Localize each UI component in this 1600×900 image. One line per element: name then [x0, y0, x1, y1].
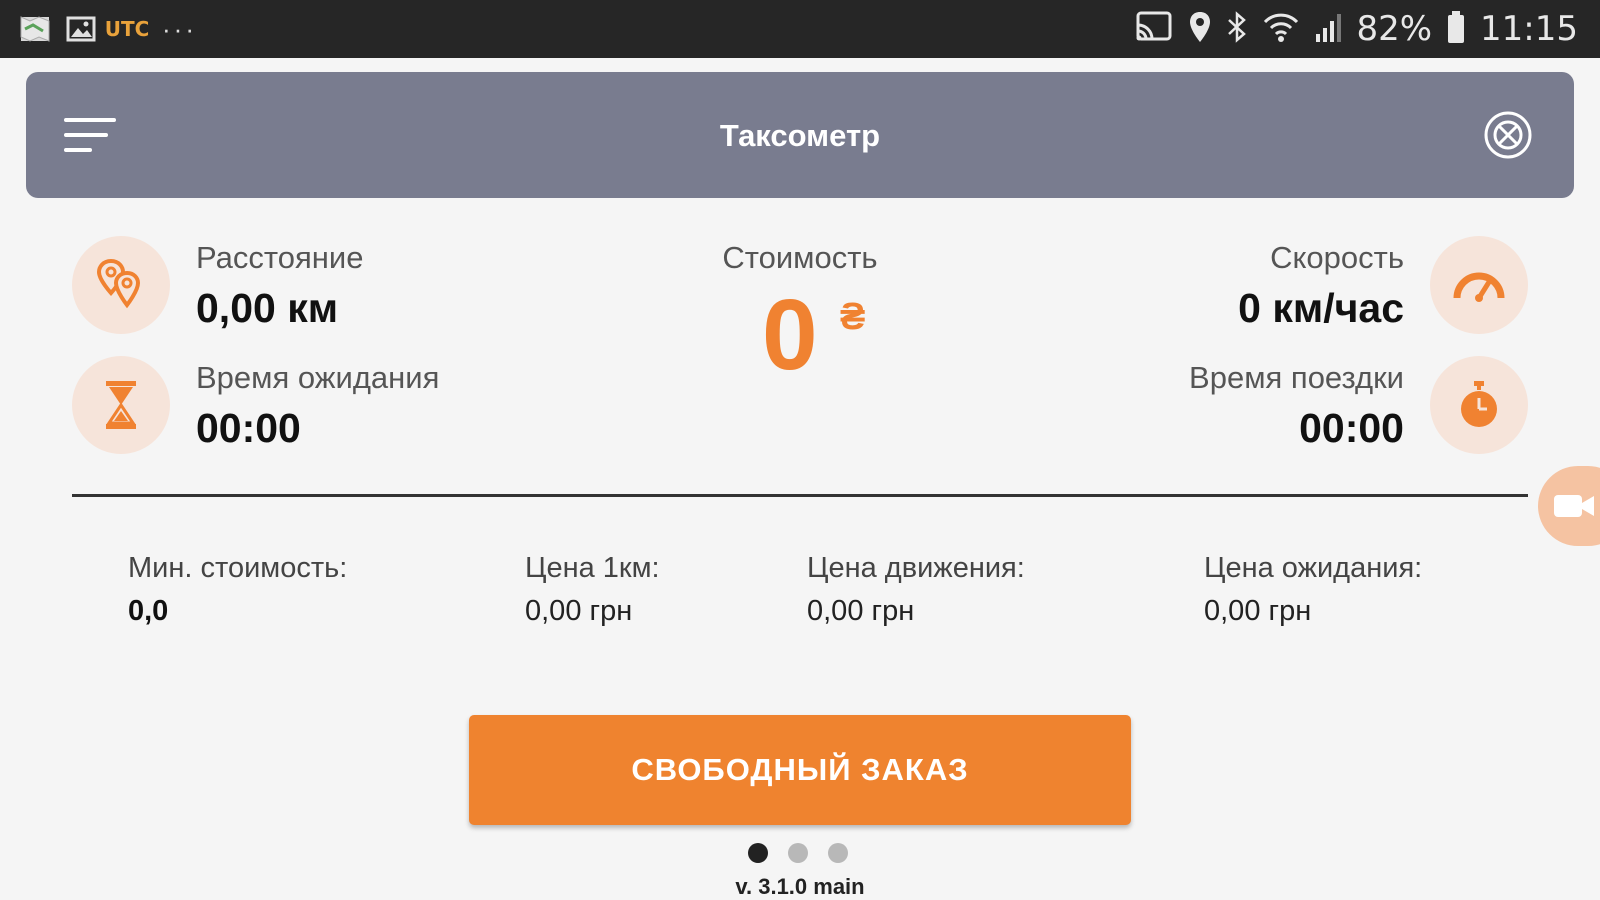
price-move-value: 0,00 грн — [807, 595, 915, 627]
close-circle-icon[interactable] — [1482, 109, 1534, 161]
trip-time-value: 00:00 — [1299, 405, 1404, 451]
speed-value: 0 км/час — [1238, 285, 1404, 331]
page-dot-2[interactable] — [788, 843, 808, 863]
video-camera-button[interactable] — [1538, 466, 1600, 546]
gallery-icon — [64, 12, 98, 46]
speedometer-icon — [1430, 236, 1528, 334]
location-icon — [1188, 10, 1212, 49]
page-indicator — [748, 843, 848, 863]
stopwatch-icon — [1430, 356, 1528, 454]
price-move-label: Цена движения: — [807, 552, 1025, 584]
speed-label: Скорость — [1270, 240, 1404, 275]
status-bar: UTC ··· 82% 11:15 — [0, 0, 1600, 58]
currency-symbol: ₴ — [840, 296, 866, 338]
page-title: Таксометр — [719, 118, 881, 153]
price-wait-block: Цена ожидания: 0,00 грн — [1204, 552, 1422, 628]
free-order-button[interactable]: СВОБОДНЫЙ ЗАКАЗ — [469, 715, 1131, 825]
price-km-value: 0,00 грн — [525, 595, 633, 627]
app-header: Таксометр — [26, 72, 1574, 198]
price-wait-value: 0,00 грн — [1204, 595, 1312, 627]
more-notifications: ··· — [162, 13, 197, 44]
wait-time-label: Время ожидания — [196, 360, 440, 395]
distance-label: Расстояние — [196, 240, 364, 275]
bluetooth-icon — [1226, 10, 1248, 49]
wifi-icon — [1262, 10, 1300, 49]
price-move-block: Цена движения: 0,00 грн — [807, 552, 1025, 628]
map-pins-icon — [72, 236, 170, 334]
divider — [72, 494, 1528, 497]
page-dot-3[interactable] — [828, 843, 848, 863]
min-cost-value: 0,0 — [128, 595, 169, 627]
price-wait-label: Цена ожидания: — [1204, 552, 1423, 584]
distance-value: 0,00 км — [196, 285, 339, 331]
price-km-block: Цена 1км: 0,00 грн — [525, 552, 660, 628]
cost-value: 0 — [762, 279, 818, 391]
version-label: v. 3.1.0 main — [735, 874, 865, 899]
price-km-label: Цена 1км: — [525, 552, 660, 584]
battery-percent: 82% — [1356, 9, 1433, 49]
cost-label: Стоимость — [722, 240, 878, 275]
video-camera-icon — [1554, 495, 1594, 517]
hourglass-icon — [72, 356, 170, 454]
min-cost-block: Мин. стоимость: 0,0 — [128, 552, 347, 628]
wait-time-value: 00:00 — [196, 405, 301, 451]
trip-time-label: Время поездки — [1189, 360, 1404, 395]
page-dot-1[interactable] — [748, 843, 768, 863]
clock: 11:15 — [1480, 9, 1578, 49]
utc-app-icon: UTC — [104, 17, 150, 41]
min-cost-label: Мин. стоимость: — [128, 552, 348, 584]
cast-icon — [1134, 10, 1174, 49]
battery-icon — [1446, 10, 1466, 49]
signal-icon — [1314, 10, 1342, 49]
map-icon — [18, 12, 52, 46]
